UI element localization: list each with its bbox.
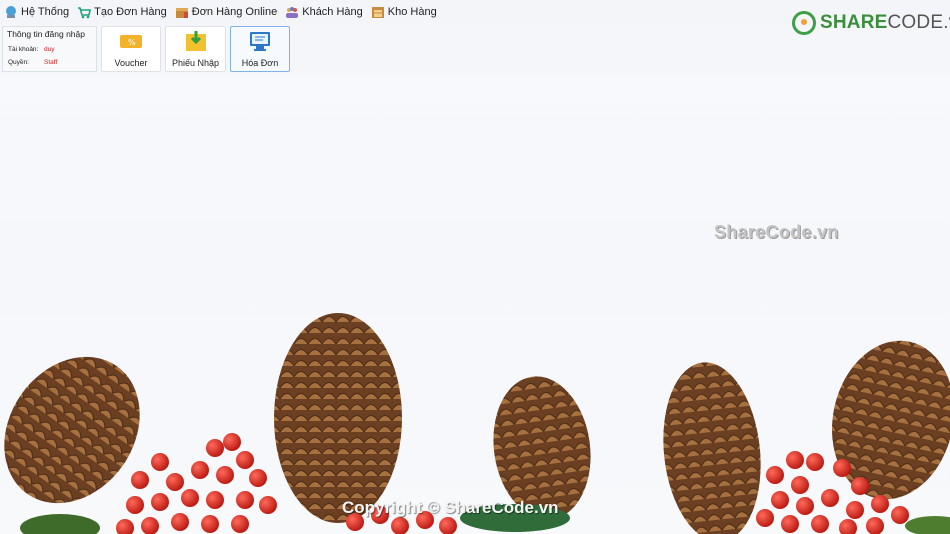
berry-cluster-left (116, 433, 277, 534)
system-icon (4, 5, 18, 19)
menu-label: Hệ Thống (21, 6, 70, 18)
login-info-panel: Thông tin đăng nhập Tài khoản: duy Quyền… (2, 26, 97, 72)
box-icon (175, 5, 189, 19)
voucher-button[interactable]: % Voucher (101, 26, 161, 72)
login-info-title: Thông tin đăng nhập (7, 29, 85, 39)
watermark-text: ShareCode.vn (714, 222, 839, 242)
import-slip-icon (184, 30, 208, 52)
role-label: Quyền: (8, 59, 29, 66)
account-row: Tài khoản: duy (8, 46, 54, 53)
copyright-text: Copyright © ShareCode.vn (342, 498, 559, 517)
sharecode-logo-text: SHARECODE.vn (820, 12, 950, 33)
menu-tao-don-hang[interactable]: Tạo Đơn Hàng (77, 5, 167, 19)
voucher-icon: % (119, 30, 143, 52)
menu-label: Đơn Hàng Online (191, 6, 278, 18)
menu-label: Tạo Đơn Hàng (94, 6, 167, 18)
menu-kho-hang[interactable]: Kho Hàng (371, 5, 437, 19)
menu-label: Kho Hàng (387, 6, 437, 18)
import-slip-button[interactable]: Phiếu Nhập (165, 26, 226, 72)
warehouse-icon (371, 5, 385, 19)
menu-khach-hang[interactable]: Khách Hàng (285, 5, 363, 19)
invoice-button[interactable]: Hóa Đơn (230, 26, 290, 72)
role-value: Staff (44, 59, 58, 66)
invoice-icon (248, 30, 272, 52)
account-value: duy (44, 46, 55, 53)
svg-text:%: % (128, 38, 136, 47)
menu-he-thong[interactable]: Hệ Thống (4, 5, 69, 19)
voucher-label: Voucher (114, 58, 148, 68)
account-label: Tài khoản: (8, 46, 39, 53)
sharecode-logo-icon (792, 11, 816, 35)
cart-icon (77, 5, 92, 19)
sharecode-logo: SHARECODE.vn (792, 11, 950, 35)
role-row: Quyền: Staff (8, 59, 57, 66)
menu-don-hang-online[interactable]: Đơn Hàng Online (175, 5, 277, 19)
menu-label: Khách Hàng (302, 6, 363, 18)
invoice-label: Hóa Đơn (241, 58, 279, 68)
import-slip-label: Phiếu Nhập (171, 58, 220, 68)
customers-icon (285, 5, 299, 19)
